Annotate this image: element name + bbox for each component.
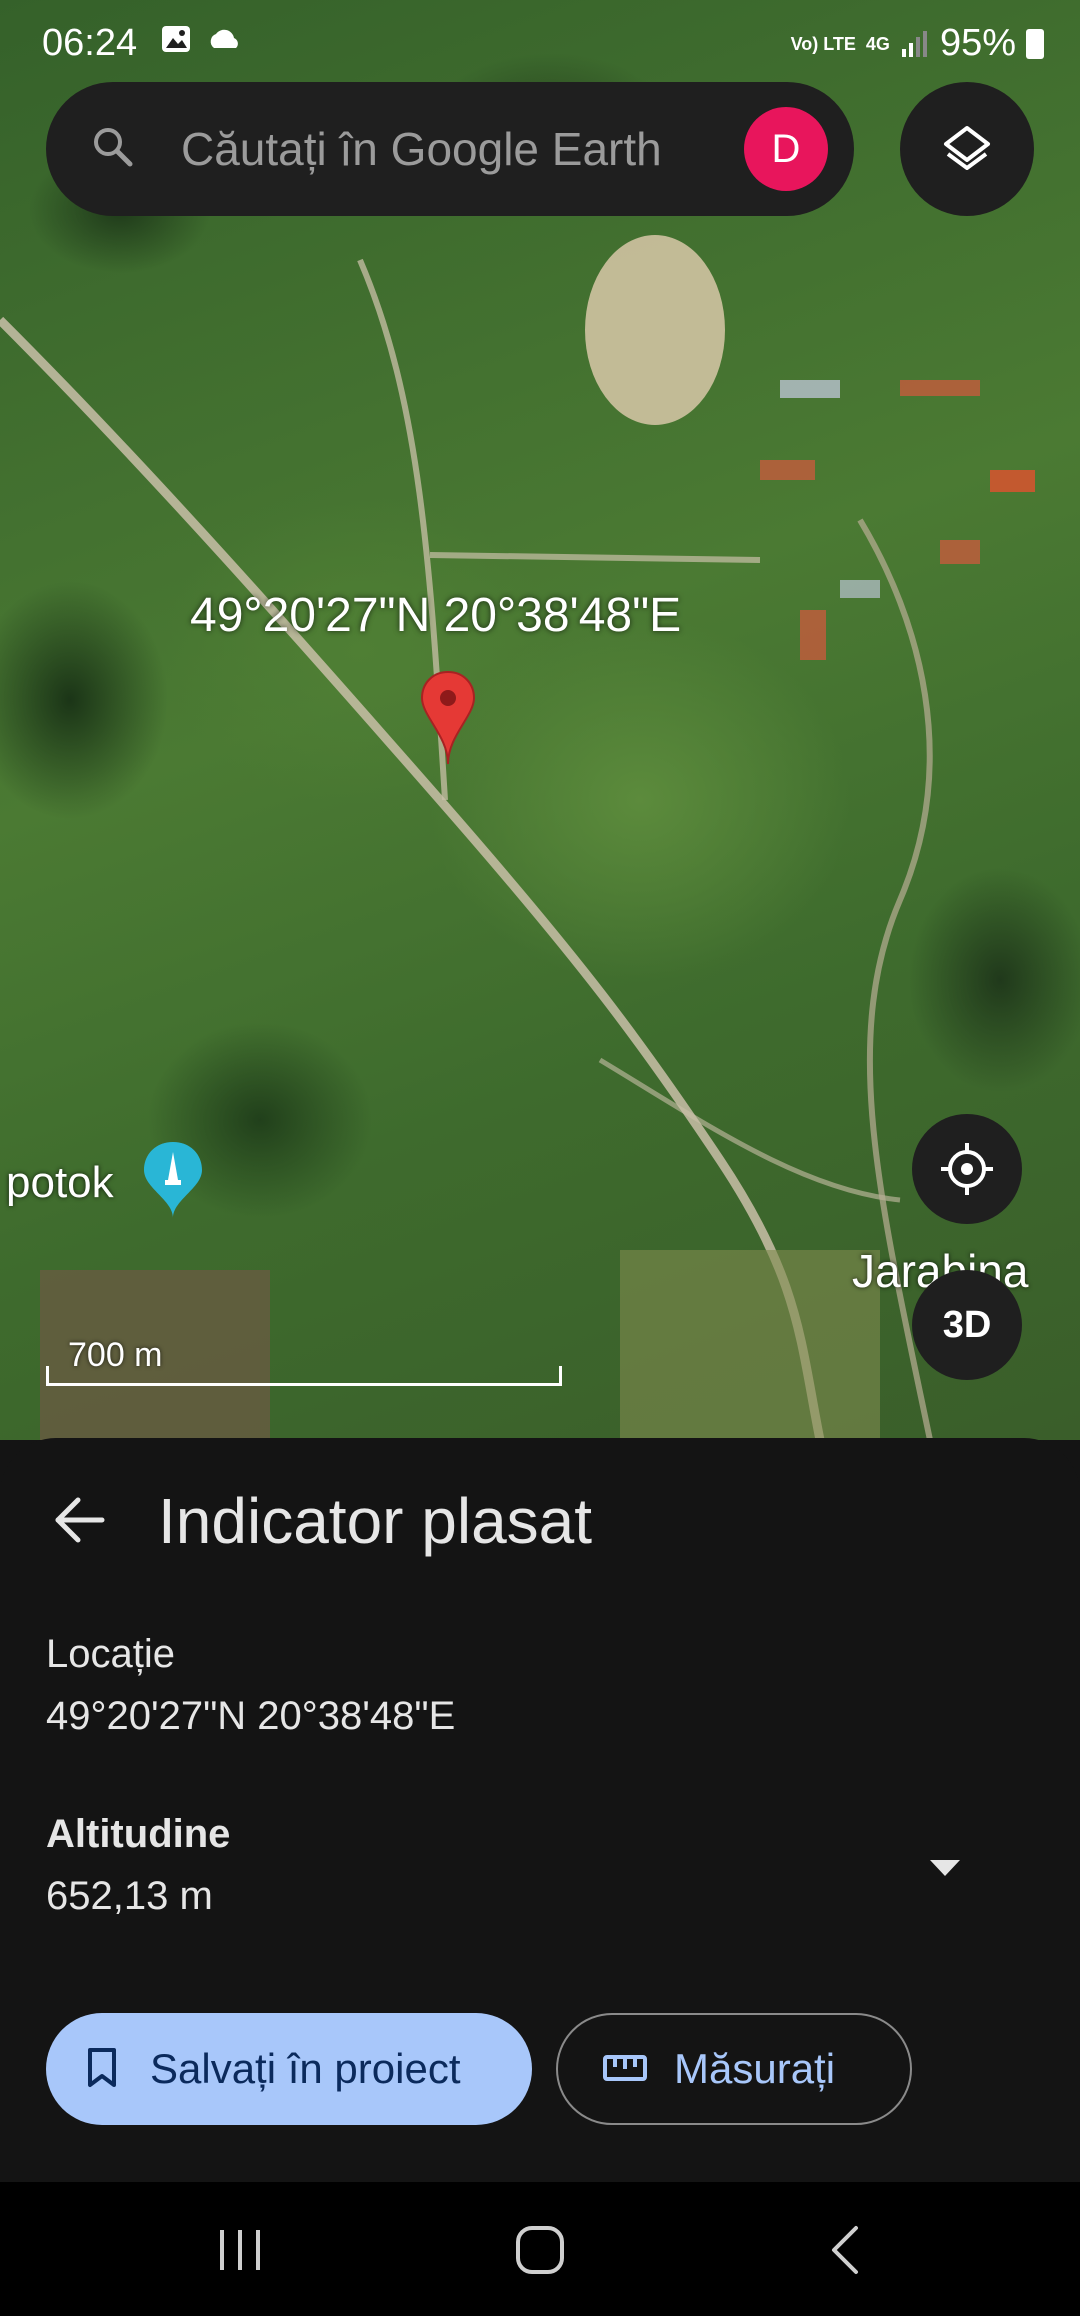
altitude-label: Altitudine (46, 1812, 231, 1856)
battery-percent: 95% (939, 22, 1016, 64)
volte-indicator: Vo) LTE (790, 33, 856, 54)
location-label: Locație (46, 1632, 175, 1676)
pin-coordinates-label: 49°20'27"N 20°38'48"E (190, 589, 682, 642)
my-location-button[interactable] (912, 1114, 1022, 1224)
save-to-project-button[interactable]: Salvați în proiect (46, 2013, 532, 2125)
place-label-potok[interactable]: potok (6, 1158, 114, 1208)
layers-button[interactable] (900, 82, 1034, 216)
layers-icon (944, 126, 990, 170)
placed-marker-sheet: Indicator plasat Locație 49°20'27"N 20°3… (0, 1438, 1080, 2182)
nav-home-icon[interactable] (512, 2222, 568, 2278)
map-view[interactable]: 06:24 Vo) LTE 4G 95% Căutați în Google E… (0, 0, 1080, 1440)
status-bar: 06:24 Vo) LTE 4G 95% (0, 0, 1080, 80)
place-pin-icon[interactable] (142, 1140, 204, 1220)
signal-icon (901, 30, 927, 57)
map-roads (0, 235, 1035, 1440)
bookmark-icon (88, 2048, 116, 2087)
avatar[interactable]: D (744, 107, 828, 191)
sheet-title: Indicator plasat (158, 1485, 593, 1557)
battery-icon (1026, 28, 1044, 59)
network-indicator: 4G (865, 33, 890, 54)
scale-bar (46, 1366, 562, 1386)
chevron-down-icon[interactable] (928, 1858, 962, 1878)
status-time: 06:24 (42, 22, 138, 64)
3d-toggle-button[interactable]: 3D (912, 1270, 1022, 1380)
save-button-label: Salvați în proiect (150, 2045, 461, 2092)
measure-button[interactable]: Măsurați (556, 2013, 912, 2125)
status-right-group: Vo) LTE 4G 95% (791, 22, 1044, 65)
locate-icon (941, 1143, 993, 1195)
nav-recent-icon[interactable] (212, 2222, 268, 2278)
search-bar[interactable]: Căutați în Google Earth D (46, 82, 854, 216)
back-arrow-icon[interactable] (50, 1490, 110, 1550)
search-icon (94, 128, 133, 167)
status-notification-icons (160, 24, 244, 54)
measure-button-label: Măsurați (674, 2045, 836, 2092)
cloud-icon (210, 29, 238, 48)
gallery-icon (162, 26, 190, 52)
altitude-value: 652,13 m (46, 1874, 213, 1918)
ruler-icon (603, 2055, 647, 2081)
search-input[interactable]: Căutați în Google Earth (181, 122, 662, 176)
nav-back-icon[interactable] (818, 2222, 874, 2278)
location-value: 49°20'27"N 20°38'48"E (46, 1694, 456, 1738)
map-pin-icon[interactable] (420, 670, 476, 766)
system-nav-bar (0, 2182, 1080, 2316)
